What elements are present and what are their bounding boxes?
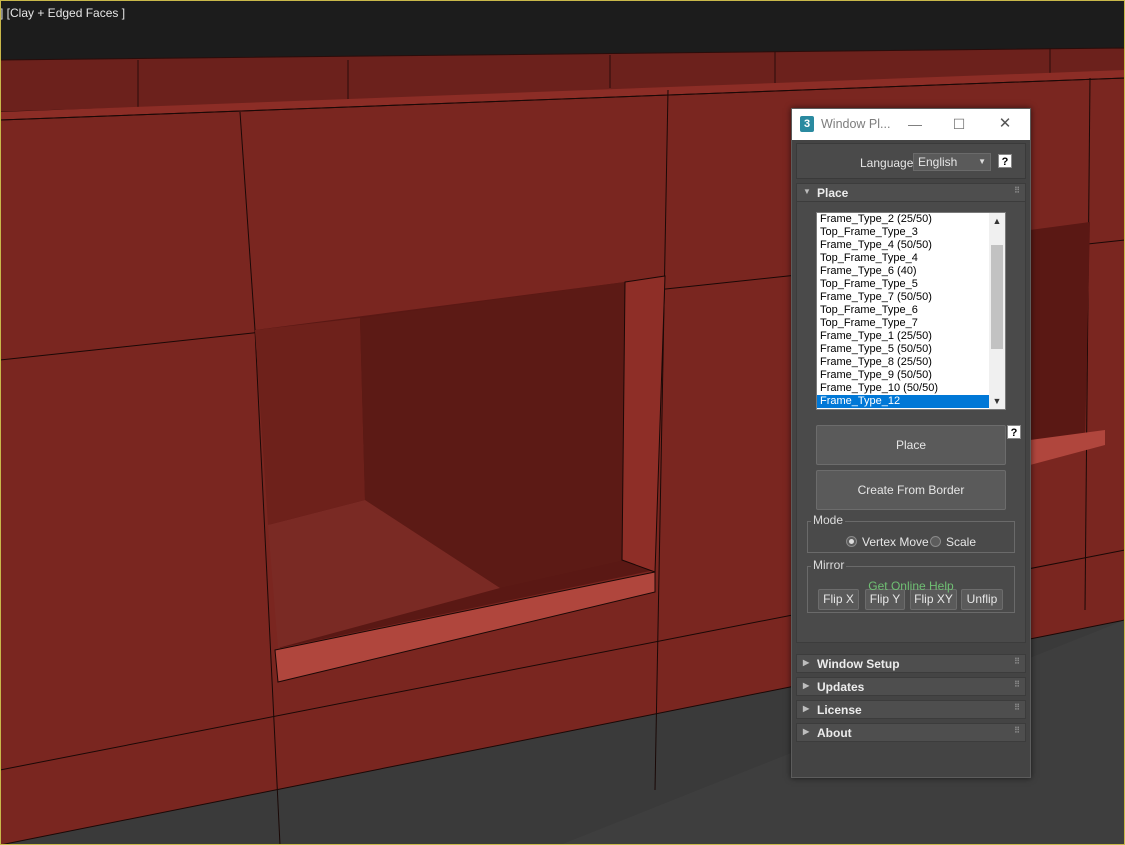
list-item[interactable]: Frame_Type_5 (50/50) bbox=[817, 343, 989, 356]
window-placer-dialog: 3 Window Pl... — ☐ ✕ Language: English ▼… bbox=[791, 108, 1031, 778]
viewport-label[interactable]: ] [Clay + Edged Faces ] bbox=[0, 6, 125, 20]
list-item[interactable]: Frame_Type_4 (50/50) bbox=[817, 239, 989, 252]
collapse-triangle-icon: ▼ bbox=[803, 187, 811, 196]
list-item[interactable]: Top_Frame_Type_6 bbox=[817, 304, 989, 317]
rollout-title: Updates bbox=[817, 680, 865, 694]
mode-group-title: Mode bbox=[811, 513, 846, 527]
place-button[interactable]: Place bbox=[816, 425, 1006, 465]
language-row: Language: English ▼ ? bbox=[796, 143, 1026, 179]
rollout-updates-header[interactable]: ▶ Updates ⠿ bbox=[796, 677, 1026, 696]
drag-grip-icon: ⠿ bbox=[1014, 703, 1020, 712]
rollout-title: Window Setup bbox=[817, 657, 900, 671]
language-dropdown[interactable]: English ▼ bbox=[913, 153, 991, 171]
close-button[interactable]: ✕ bbox=[990, 113, 1020, 135]
language-help-button[interactable]: ? bbox=[998, 154, 1012, 168]
dropdown-arrow-icon: ▼ bbox=[978, 157, 986, 166]
rollout-window-setup-header[interactable]: ▶ Window Setup ⠿ bbox=[796, 654, 1026, 673]
scale-label[interactable]: Scale bbox=[946, 535, 976, 549]
list-item[interactable]: Frame_Type_1 (25/50) bbox=[817, 330, 989, 343]
vertex-move-radio[interactable] bbox=[846, 536, 857, 547]
expand-triangle-icon: ▶ bbox=[803, 658, 810, 667]
list-item[interactable]: Frame_Type_2 (25/50) bbox=[817, 213, 989, 226]
get-online-help-link[interactable]: Get Online Help bbox=[796, 579, 1026, 593]
language-selected: English bbox=[918, 155, 958, 169]
listbox-scrollbar[interactable]: ▲ ▼ bbox=[989, 213, 1005, 409]
rollout-place-header[interactable]: ▼ Place ⠿ bbox=[796, 183, 1026, 202]
frame-type-listbox[interactable]: Frame_Type_2 (25/50) Top_Frame_Type_3 Fram… bbox=[816, 212, 1006, 410]
drag-grip-icon: ⠿ bbox=[1014, 680, 1020, 689]
rollout-license-header[interactable]: ▶ License ⠿ bbox=[796, 700, 1026, 719]
minimize-button[interactable]: — bbox=[900, 113, 930, 135]
list-item[interactable]: Top_Frame_Type_7 bbox=[817, 317, 989, 330]
list-item[interactable]: Frame_Type_10 (50/50) bbox=[817, 382, 989, 395]
language-label: Language: bbox=[860, 156, 917, 170]
listbox-items: Frame_Type_2 (25/50) Top_Frame_Type_3 Fram… bbox=[817, 213, 989, 408]
mode-group: Mode Vertex Move Scale bbox=[807, 513, 1015, 553]
dialog-content: Language: English ▼ ? ▼ Place ⠿ Frame_Ty… bbox=[796, 143, 1026, 773]
place-help-button[interactable]: ? bbox=[1007, 425, 1021, 439]
create-from-border-button[interactable]: Create From Border bbox=[816, 470, 1006, 510]
expand-triangle-icon: ▶ bbox=[803, 704, 810, 713]
scroll-up-icon[interactable]: ▲ bbox=[989, 213, 1005, 229]
title-bar[interactable]: 3 Window Pl... — ☐ ✕ bbox=[792, 109, 1030, 140]
window-title: Window Pl... bbox=[821, 117, 891, 131]
vertex-move-label[interactable]: Vertex Move bbox=[862, 535, 929, 549]
scale-radio[interactable] bbox=[930, 536, 941, 547]
rollout-place-body: Frame_Type_2 (25/50) Top_Frame_Type_3 Fram… bbox=[796, 202, 1026, 643]
rollout-title: License bbox=[817, 703, 862, 717]
drag-grip-icon: ⠿ bbox=[1014, 657, 1020, 666]
mirror-group-title: Mirror bbox=[811, 558, 847, 572]
rollout-about-header[interactable]: ▶ About ⠿ bbox=[796, 723, 1026, 742]
rollout-place-title: Place bbox=[817, 186, 849, 200]
maximize-button[interactable]: ☐ bbox=[944, 113, 974, 135]
list-item[interactable]: Top_Frame_Type_3 bbox=[817, 226, 989, 239]
rollout-title: About bbox=[817, 726, 852, 740]
app-icon: 3 bbox=[800, 116, 814, 132]
list-item[interactable]: Frame_Type_6 (40) bbox=[817, 265, 989, 278]
drag-grip-icon: ⠿ bbox=[1014, 726, 1020, 735]
list-item[interactable]: Frame_Type_9 (50/50) bbox=[817, 369, 989, 382]
scroll-thumb[interactable] bbox=[991, 245, 1003, 349]
drag-grip-icon: ⠿ bbox=[1014, 186, 1020, 195]
scroll-down-icon[interactable]: ▼ bbox=[989, 393, 1005, 409]
expand-triangle-icon: ▶ bbox=[803, 727, 810, 736]
list-item[interactable]: Frame_Type_8 (25/50) bbox=[817, 356, 989, 369]
expand-triangle-icon: ▶ bbox=[803, 681, 810, 690]
list-item[interactable]: Frame_Type_7 (50/50) bbox=[817, 291, 989, 304]
list-item[interactable]: Top_Frame_Type_4 bbox=[817, 252, 989, 265]
list-item[interactable]: Frame_Type_12 bbox=[817, 395, 989, 408]
list-item[interactable]: Top_Frame_Type_5 bbox=[817, 278, 989, 291]
